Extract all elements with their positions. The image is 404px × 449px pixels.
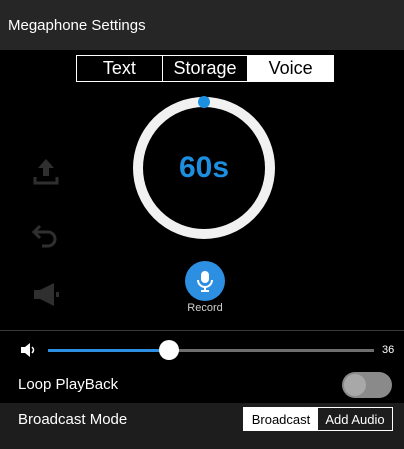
mode-tabs: Text Storage Voice <box>76 55 334 82</box>
record-label: Record <box>187 302 223 314</box>
volume-slider-track[interactable] <box>48 349 374 352</box>
tab-text[interactable]: Text <box>77 56 163 81</box>
record-timer-dial[interactable]: 60s <box>133 96 275 239</box>
loop-playback-label: Loop PlayBack <box>18 376 119 393</box>
broadcast-mode-label: Broadcast Mode <box>18 411 128 428</box>
broadcast-option[interactable]: Broadcast <box>244 408 318 430</box>
megaphone-icon[interactable] <box>30 278 62 310</box>
upload-icon[interactable] <box>30 155 62 187</box>
loop-playback-toggle[interactable] <box>342 372 392 398</box>
volume-slider-fill <box>48 349 165 352</box>
tab-voice[interactable]: Voice <box>248 56 334 81</box>
page-title: Megaphone Settings <box>8 16 146 34</box>
toggle-thumb <box>344 374 366 396</box>
record-button[interactable] <box>185 261 225 301</box>
speaker-icon <box>21 343 35 357</box>
undo-icon[interactable] <box>30 218 62 250</box>
divider <box>0 330 404 331</box>
title-bar: Megaphone Settings <box>0 0 404 50</box>
add-audio-option[interactable]: Add Audio <box>318 408 392 430</box>
tab-storage[interactable]: Storage <box>163 56 249 81</box>
volume-value: 36 <box>382 344 395 356</box>
volume-slider-thumb[interactable] <box>159 340 179 360</box>
broadcast-mode-selector: Broadcast Add Audio <box>243 407 393 431</box>
microphone-icon <box>197 271 213 292</box>
timer-value: 60s <box>178 151 230 184</box>
